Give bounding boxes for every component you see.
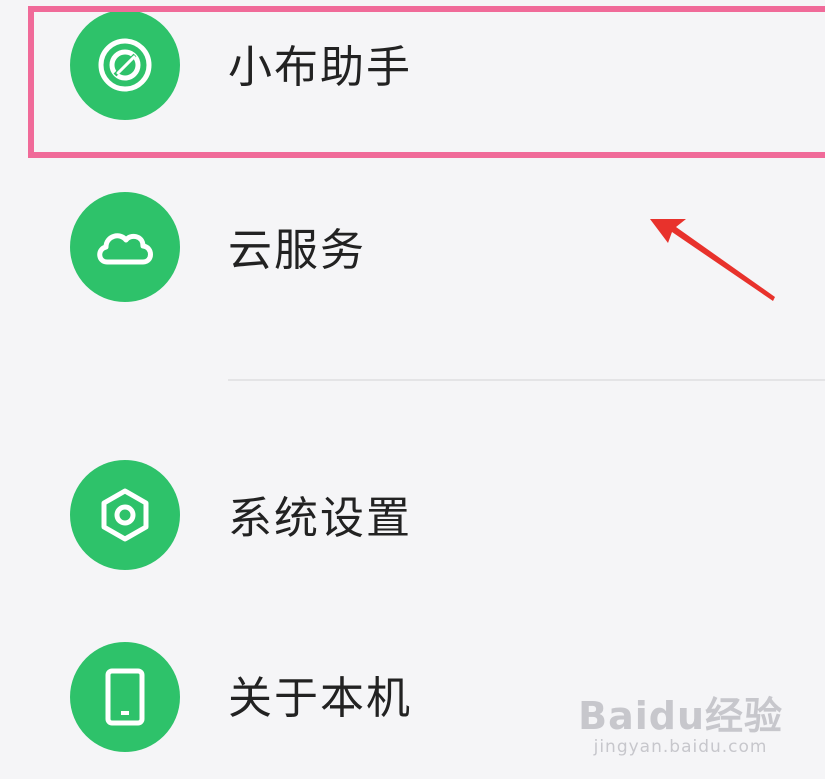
menu-item-label: 系统设置: [228, 493, 412, 544]
menu-item-label: 小布助手: [228, 42, 412, 93]
phone-icon: [70, 642, 180, 752]
hexagon-settings-icon: [70, 460, 180, 570]
section-divider: [228, 379, 825, 381]
baidu-watermark: Baidu经验 jingyan.baidu.com: [578, 694, 783, 757]
xiaobu-assistant-icon: [70, 10, 180, 120]
watermark-sub: jingyan.baidu.com: [593, 737, 768, 757]
cloud-icon: [70, 192, 180, 302]
menu-item-label: 云服务: [228, 225, 366, 276]
menu-item-xiaobu-assistant[interactable]: 小布助手: [0, 0, 825, 150]
menu-item-label: 关于本机: [228, 673, 412, 724]
watermark-main: Baidu经验: [578, 694, 783, 739]
menu-item-cloud-service[interactable]: 云服务: [0, 175, 825, 325]
menu-item-system-settings[interactable]: 系统设置: [0, 445, 825, 595]
settings-screen: 小布助手 云服务 系统设置 关于本机 Baidu经验 jingyan.baidu…: [0, 0, 825, 779]
